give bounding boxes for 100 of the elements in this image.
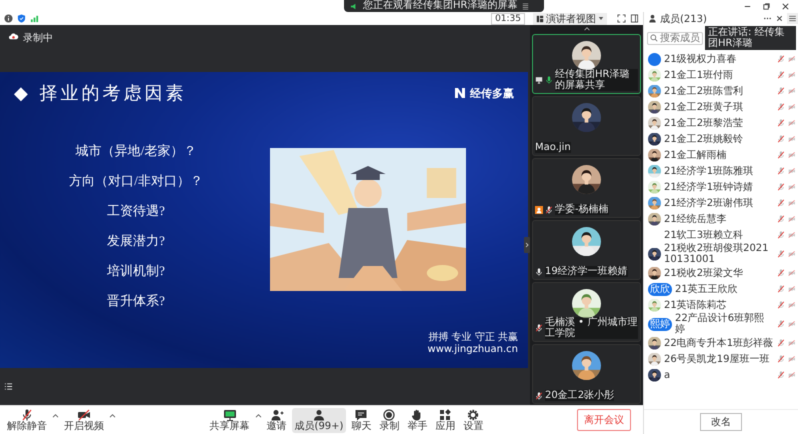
search-field[interactable]: 搜索成员 [647, 32, 703, 44]
video-off-icon[interactable] [788, 135, 796, 143]
member-row[interactable]: 21英语陈莉芯 [648, 297, 796, 313]
video-tile[interactable]: Mao.jin [532, 96, 641, 156]
member-row[interactable]: 21经济学1班钟诗婧 [648, 179, 796, 195]
member-row[interactable]: 21软工3班赖立科 [648, 227, 796, 243]
member-row[interactable]: 21金工1班付雨 [648, 67, 796, 83]
caret-icon[interactable] [52, 412, 59, 418]
video-off-icon[interactable] [788, 103, 796, 111]
video-off-icon[interactable] [788, 55, 796, 63]
member-name: 21金工2班黎浩莹 [664, 118, 744, 128]
member-row[interactable]: 21级视权力喜春 [648, 51, 796, 67]
muted-microphone-icon[interactable] [777, 119, 785, 127]
muted-microphone-icon[interactable] [777, 231, 785, 239]
scroll-up-icon[interactable] [582, 26, 590, 31]
close-icon[interactable] [775, 14, 784, 23]
muted-microphone-icon[interactable] [777, 71, 785, 79]
member-row[interactable]: 21金工解雨楠 [648, 147, 796, 163]
view-button[interactable]: 演讲者视图 [533, 12, 607, 24]
muted-microphone-icon[interactable] [777, 250, 785, 258]
video-tile[interactable]: 经传集团HR泽璐的屏幕共享 [532, 34, 641, 94]
member-row[interactable]: 21税收2班胡俊琪202110131001 [648, 243, 796, 265]
toolbar-button[interactable]: 举手 [404, 408, 430, 432]
caret-icon[interactable] [254, 412, 262, 418]
toolbar-button[interactable]: 应用 [432, 408, 458, 432]
sidebar-toggle-icon[interactable] [630, 14, 639, 23]
toolbar-button[interactable]: 成员(99+) [292, 408, 346, 432]
slide-motto: 拼搏 专业 守正 共赢 [428, 332, 518, 344]
toolbar-button[interactable]: 解除静音 [4, 408, 50, 432]
video-off-icon[interactable] [788, 355, 796, 363]
member-row[interactable]: 欣欣 21英五王欣欣 [648, 281, 796, 297]
video-tile[interactable]: 20金工2张小彤 [532, 344, 641, 404]
muted-microphone-icon[interactable] [777, 285, 785, 293]
toolbar-button[interactable]: 录制 [376, 408, 402, 432]
toolbar-button[interactable]: 设置 [460, 408, 486, 432]
participant-name: 毛楠溪 • 广州城市理工学院 [545, 317, 638, 339]
restore-icon[interactable] [762, 2, 771, 10]
member-row[interactable]: 21税收2班梁文华 [648, 265, 796, 281]
toolbar-button[interactable]: 邀请 [264, 408, 290, 432]
video-off-icon[interactable] [788, 250, 796, 258]
video-tile[interactable]: 学委-杨楠楠 [532, 158, 641, 218]
video-off-icon[interactable] [788, 87, 796, 95]
member-row[interactable]: 22电商专升本1班彭祥薇 [648, 335, 796, 351]
video-off-icon[interactable] [788, 151, 796, 159]
muted-microphone-icon[interactable] [777, 151, 785, 159]
toolbar-button[interactable]: 开启视频 [61, 408, 107, 432]
menu-icon[interactable] [787, 13, 798, 24]
video-off-icon[interactable] [788, 71, 796, 79]
shield-icon[interactable] [17, 14, 26, 23]
member-row[interactable]: 26号吴凯龙19屋班一班 [648, 351, 796, 367]
muted-microphone-icon[interactable] [777, 167, 785, 175]
video-off-icon[interactable] [788, 183, 796, 191]
close-icon[interactable] [781, 2, 790, 10]
list-icon[interactable] [4, 382, 13, 391]
muted-microphone-icon[interactable] [777, 103, 785, 111]
rename-button[interactable]: 改名 [700, 413, 742, 431]
caret-icon[interactable] [109, 412, 116, 418]
muted-microphone-icon[interactable] [777, 371, 785, 379]
video-off-icon[interactable] [788, 285, 796, 293]
member-row[interactable]: 21金工2班黄子琪 [648, 99, 796, 115]
muted-microphone-icon[interactable] [777, 269, 785, 277]
toolbar-button[interactable]: 聊天 [348, 408, 374, 432]
video-off-icon[interactable] [788, 119, 796, 127]
signal-icon[interactable] [30, 14, 39, 23]
slide-point: 工资待遇? [107, 202, 165, 220]
collapse-handle-icon[interactable] [524, 237, 530, 253]
grid-icon[interactable] [521, 2, 530, 10]
muted-microphone-icon[interactable] [777, 55, 785, 63]
muted-microphone-icon[interactable] [777, 87, 785, 95]
video-off-icon[interactable] [788, 339, 796, 347]
member-row[interactable]: 21金工2班姚毅铃 [648, 131, 796, 147]
leave-meeting-button[interactable]: 离开会议 [577, 409, 631, 431]
video-off-icon[interactable] [788, 167, 796, 175]
video-tile[interactable]: 19经济学一班赖婧 [532, 220, 641, 280]
info-icon[interactable] [4, 14, 13, 23]
slide-point: 晋升体系? [107, 292, 165, 310]
muted-microphone-icon[interactable] [777, 199, 785, 207]
video-off-icon[interactable] [788, 215, 796, 223]
member-row[interactable]: 21金工2班陈雪利 [648, 83, 796, 99]
fullscreen-icon[interactable] [617, 14, 626, 23]
muted-microphone-icon[interactable] [777, 301, 785, 309]
toolbar-button[interactable]: 共享屏幕 [206, 408, 253, 432]
member-row[interactable]: 21经济学2班谢伟琪 [648, 195, 796, 211]
video-off-icon[interactable] [788, 301, 796, 309]
member-row[interactable]: a [648, 367, 796, 383]
video-off-icon[interactable] [788, 371, 796, 379]
video-off-icon[interactable] [788, 269, 796, 277]
video-off-icon[interactable] [788, 199, 796, 207]
muted-microphone-icon[interactable] [777, 215, 785, 223]
video-tile[interactable]: 毛楠溪 • 广州城市理工学院 [532, 282, 641, 342]
member-row[interactable]: 21金工2班黎浩莹 [648, 115, 796, 131]
member-row[interactable]: 21经济学1班陈雅琪 [648, 163, 796, 179]
video-off-icon[interactable] [788, 231, 796, 239]
member-row[interactable]: 21经统岳慧李 [648, 211, 796, 227]
muted-microphone-icon[interactable] [777, 355, 785, 363]
muted-microphone-icon[interactable] [777, 183, 785, 191]
muted-microphone-icon[interactable] [777, 339, 785, 347]
video-off-icon[interactable] [788, 320, 796, 328]
muted-microphone-icon[interactable] [777, 135, 785, 143]
muted-microphone-icon[interactable] [777, 320, 785, 328]
